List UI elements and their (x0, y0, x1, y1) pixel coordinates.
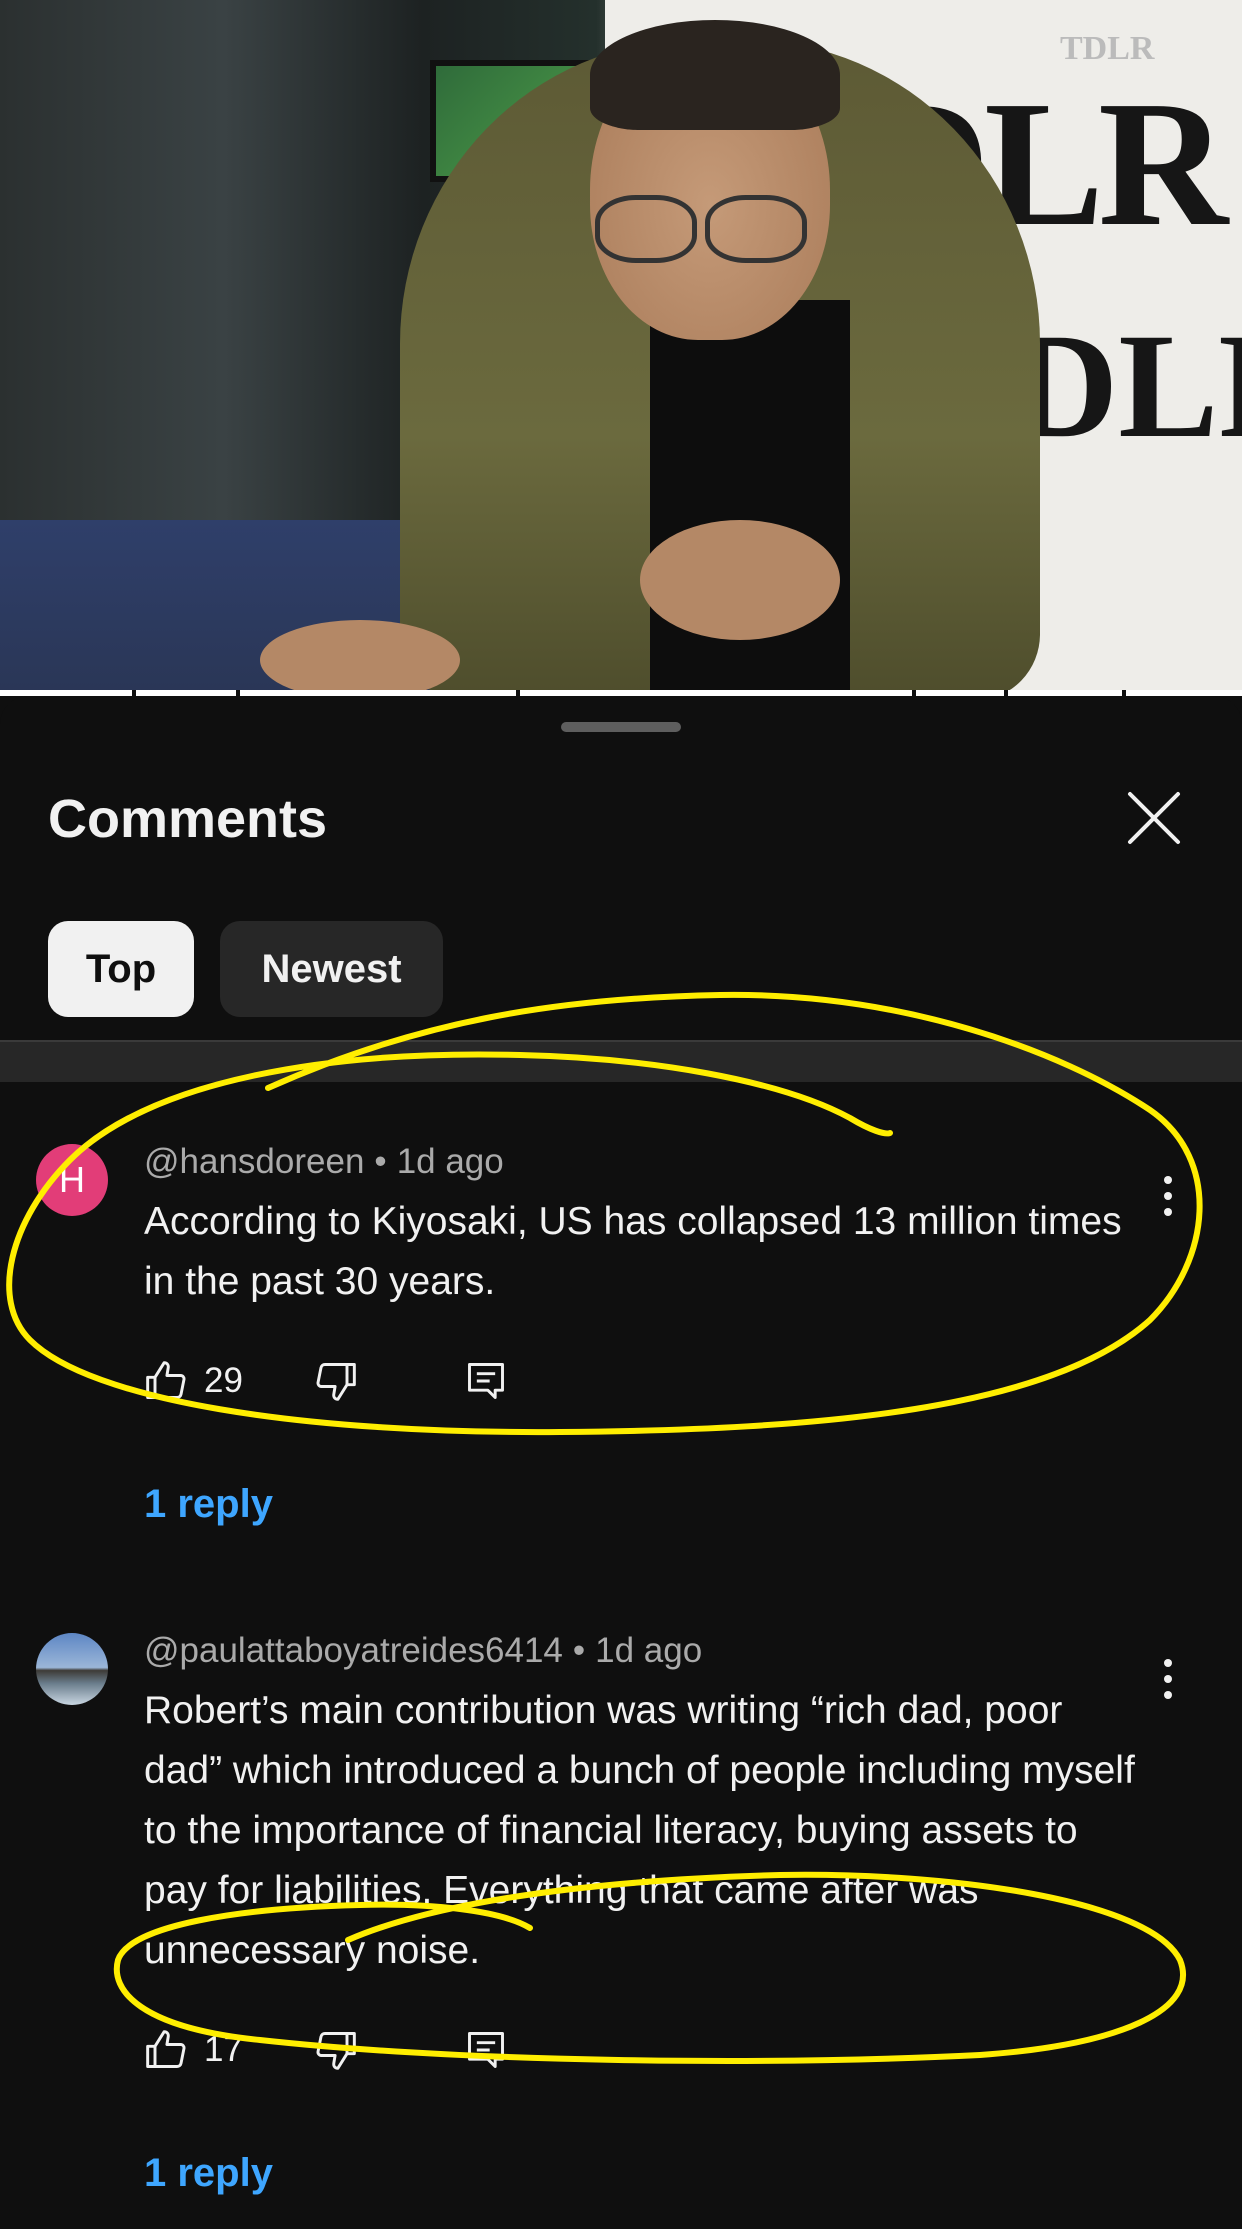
comment-meta: @hansdoreen • 1d ago (144, 1142, 504, 1182)
more-options-icon[interactable] (1150, 1166, 1186, 1226)
drag-handle[interactable] (561, 722, 681, 732)
banner-logo-secondary: DLR (1010, 303, 1242, 469)
video-subject-hand (640, 520, 840, 640)
meta-separator: • (374, 1142, 387, 1181)
avatar[interactable] (36, 1633, 108, 1705)
video-player[interactable]: DLR DLR TDLR (0, 0, 1242, 696)
comments-sheet: Comments Top Newest (0, 696, 1242, 2229)
comment-text: Robert’s main contribution was writing “… (144, 1689, 1135, 1972)
dislike-button[interactable] (314, 2025, 358, 2075)
reply-button[interactable] (464, 2025, 508, 2075)
thumbs-up-icon (146, 2030, 186, 2068)
video-subject-hand-left (260, 620, 460, 696)
avatar[interactable]: H (36, 1144, 108, 1216)
meta-separator: • (572, 1631, 586, 1670)
more-options-icon[interactable] (1150, 1649, 1186, 1709)
reply-button[interactable] (464, 1356, 508, 1406)
sheet-divider (0, 1040, 1242, 1082)
comment-meta: @paulattaboyatreides6414 • 1d ago (144, 1631, 702, 1671)
comment-author[interactable]: @paulattaboyatreides6414 (144, 1631, 563, 1670)
video-subject-hair (590, 20, 840, 130)
thumbs-down-icon (316, 2032, 356, 2070)
view-replies-link[interactable]: 1 reply (144, 2151, 273, 2196)
filter-chip-top[interactable]: Top (48, 921, 194, 1017)
like-count: 29 (204, 1361, 243, 1400)
close-icon[interactable] (1124, 788, 1184, 848)
thumbs-down-icon (316, 1363, 356, 1401)
comment-text: According to Kiyosaki, US has collapsed … (144, 1200, 1122, 1303)
channel-watermark: TDLR (1060, 30, 1155, 67)
like-button[interactable]: 29 (144, 1356, 243, 1406)
comment-author[interactable]: @hansdoreen (144, 1142, 364, 1181)
comment-reply-icon (468, 1363, 504, 1399)
like-count: 17 (204, 2030, 243, 2069)
thumbs-up-icon (146, 1361, 186, 1399)
comment-time: 1d ago (396, 1142, 504, 1181)
dislike-button[interactable] (314, 1356, 358, 1406)
like-button[interactable]: 17 (144, 2025, 243, 2075)
comment-time: 1d ago (595, 1631, 703, 1670)
sheet-title: Comments (48, 789, 328, 849)
video-subject-glasses (595, 195, 807, 263)
view-replies-link[interactable]: 1 reply (144, 1482, 273, 1527)
comment-reply-icon (468, 2032, 504, 2068)
filter-chip-newest[interactable]: Newest (220, 921, 443, 1017)
